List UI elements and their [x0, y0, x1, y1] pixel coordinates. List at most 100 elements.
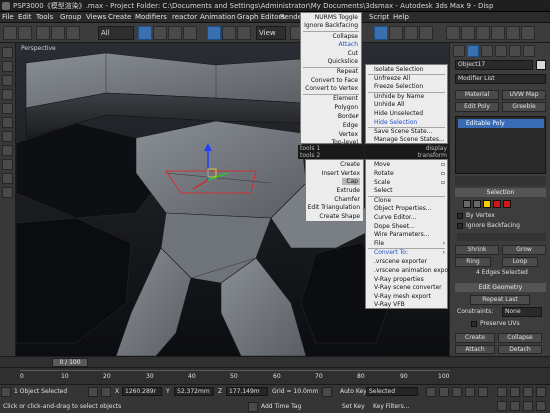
layer-manager-icon[interactable]	[419, 26, 433, 40]
create-tab-icon[interactable]	[453, 45, 465, 57]
rollout-edit-geometry[interactable]: Edit Geometry	[455, 283, 546, 292]
repeat-last-button[interactable]: Repeat Last	[470, 295, 530, 305]
time-slider-thumb[interactable]: 0 / 100	[52, 358, 88, 367]
menu-graph-editors[interactable]: Graph Editors	[237, 13, 285, 21]
menu-item-unhide-all[interactable]: Unhide All	[374, 101, 405, 108]
menu-help[interactable]: Help	[393, 13, 409, 21]
menu-item-collapse[interactable]: Collapse	[333, 33, 359, 40]
menu-group[interactable]: Group	[60, 13, 81, 21]
menu-item-clone[interactable]: Clone	[374, 197, 391, 204]
loop-button[interactable]: Loop	[502, 257, 538, 267]
pan-view-icon[interactable]	[510, 401, 520, 411]
bind-space-warp-icon[interactable]	[66, 26, 80, 40]
menu-item-file[interactable]: File	[374, 240, 384, 247]
constraints-dropdown[interactable]: None	[502, 307, 542, 317]
by-vertex-checkbox[interactable]	[457, 213, 463, 219]
detach-button[interactable]: Detach	[498, 345, 542, 354]
select-link-icon[interactable]	[36, 26, 50, 40]
menu-item-cut[interactable]: Cut	[348, 50, 358, 57]
object-name-input[interactable]: Object17	[455, 60, 533, 70]
polygon-mode-icon[interactable]	[493, 200, 501, 208]
menu-item-convert-to-vertex[interactable]: Convert to Vertex	[305, 85, 358, 92]
menu-item-extrude[interactable]: Extrude	[337, 187, 360, 194]
key-filters-button[interactable]: Key Filters...	[373, 403, 410, 410]
time-slider[interactable]: 0 / 100	[0, 356, 550, 367]
uvw-map-button[interactable]: UVW Map	[502, 90, 546, 100]
y-coordinate-field[interactable]: 52.372mm	[174, 387, 214, 396]
menu-item-vertex[interactable]: Vertex	[339, 131, 358, 138]
set-key-icon[interactable]	[322, 387, 332, 397]
menu-tools[interactable]: Tools	[36, 13, 53, 21]
menu-item-edge[interactable]: Edge	[343, 122, 358, 129]
menu-edit[interactable]: Edit	[18, 13, 32, 21]
tool-icon[interactable]	[2, 61, 13, 72]
attach-button[interactable]: Attach	[455, 345, 495, 354]
vertex-mode-icon[interactable]	[463, 200, 471, 208]
menu-item-vray-mesh-export[interactable]: V-Ray mesh export	[374, 293, 431, 300]
settings-box-icon[interactable]: ▫	[441, 170, 445, 177]
menu-item-ignore-backfacing[interactable]: Ignore Backfacing	[304, 22, 358, 29]
menu-views[interactable]: Views	[86, 13, 106, 21]
collapse-button[interactable]: Collapse	[498, 333, 542, 343]
menu-item-manage-scene-states[interactable]: Manage Scene States...	[374, 136, 445, 143]
go-to-start-icon[interactable]	[426, 387, 436, 397]
selection-filter-dropdown[interactable]: All	[98, 26, 134, 40]
tool-icon[interactable]	[2, 145, 13, 156]
menu-item-create-shape[interactable]: Create Shape	[319, 213, 360, 220]
menu-item-create[interactable]: Create	[340, 161, 360, 168]
tool-icon[interactable]	[2, 131, 13, 142]
maxscript-listener-icon[interactable]	[1, 387, 11, 397]
tool-icon[interactable]	[2, 187, 13, 198]
named-selection-icon[interactable]	[374, 26, 388, 40]
modifier-list-dropdown[interactable]: Modifier List	[455, 74, 546, 84]
modify-tab-icon[interactable]	[467, 45, 479, 57]
undo-icon[interactable]	[3, 26, 17, 40]
viewport-label[interactable]: Perspective	[21, 45, 56, 52]
menu-item-move[interactable]: Move	[374, 161, 390, 168]
menu-item-repeat[interactable]: Repeat	[337, 68, 358, 75]
select-object-icon[interactable]	[138, 26, 152, 40]
menu-item-vrscene-exporter[interactable]: .vrscene exporter	[374, 258, 427, 265]
tool-icon[interactable]	[2, 89, 13, 100]
tool-icon[interactable]	[2, 47, 13, 58]
element-mode-icon[interactable]	[503, 200, 511, 208]
tool-icon[interactable]	[2, 117, 13, 128]
tool-icon[interactable]	[2, 75, 13, 86]
menu-item-save-scene-state[interactable]: Save Scene State...	[374, 128, 432, 135]
preserve-uvs-checkbox[interactable]	[471, 321, 477, 327]
absolute-mode-icon[interactable]	[101, 387, 111, 397]
menu-item-insert-vertex[interactable]: Insert Vertex	[322, 170, 360, 177]
select-by-name-icon[interactable]	[153, 26, 167, 40]
menu-item-select[interactable]: Select	[374, 187, 393, 194]
select-scale-icon[interactable]	[237, 26, 251, 40]
mirror-icon[interactable]	[389, 26, 403, 40]
ignore-backfacing-checkbox[interactable]	[457, 223, 463, 229]
window-crossing-icon[interactable]	[183, 26, 197, 40]
next-frame-icon[interactable]	[465, 387, 475, 397]
menu-item-object-properties[interactable]: Object Properties...	[374, 205, 432, 212]
tool-icon[interactable]	[2, 159, 13, 170]
utilities-tab-icon[interactable]	[523, 45, 535, 57]
menu-item-unhide-by-name[interactable]: Unhide by Name	[374, 93, 424, 100]
menu-item-element[interactable]: Element	[333, 95, 358, 102]
border-mode-icon[interactable]	[483, 200, 491, 208]
menu-item-hide-unselected[interactable]: Hide Unselected	[374, 110, 423, 117]
edit-poly-button[interactable]: Edit Poly	[455, 102, 499, 112]
x-coordinate-field[interactable]: 1260.289r	[122, 387, 162, 396]
field-of-view-icon[interactable]	[497, 401, 507, 411]
time-tag-icon[interactable]	[248, 402, 258, 412]
menu-item-unfreeze-all[interactable]: Unfreeze All	[374, 75, 410, 82]
menu-modifiers[interactable]: Modifiers	[135, 13, 167, 21]
play-icon[interactable]	[452, 387, 462, 397]
tool-icon[interactable]	[2, 103, 13, 114]
zoom-extents-icon[interactable]	[523, 387, 533, 397]
orbit-icon[interactable]	[523, 401, 533, 411]
render-setup-icon[interactable]	[491, 26, 505, 40]
menu-item-attach[interactable]: Attach	[339, 41, 358, 48]
menu-item-vray-vfb[interactable]: V-Ray VFB	[374, 301, 405, 308]
key-mode-dropdown[interactable]: Selected	[366, 387, 418, 396]
object-color-swatch[interactable]	[536, 60, 546, 70]
stack-item-editable-poly[interactable]: Editable Poly	[458, 119, 544, 128]
track-bar[interactable]: 0 10 20 30 40 50 60 70 80 90 100	[0, 367, 550, 384]
auto-key-button[interactable]: Auto Key	[340, 388, 367, 395]
